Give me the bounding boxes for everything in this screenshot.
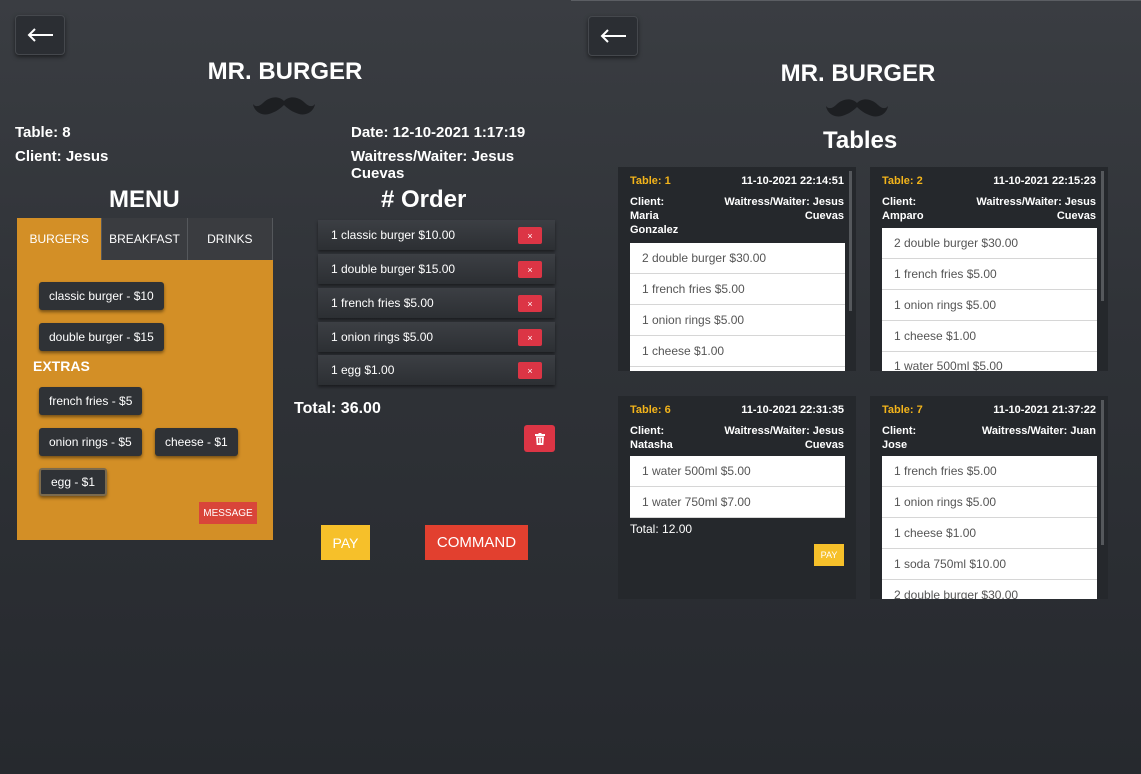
list-item: 2 double burger $30.00 (630, 243, 845, 274)
list-item: 1 french fries $5.00 (630, 274, 845, 305)
order-date: Date: 12-10-2021 1:17:19 (351, 124, 526, 141)
order-title: # Order (381, 186, 467, 213)
table-total: Total: 12.00 (630, 522, 693, 536)
table-card[interactable]: Table: 1 11-10-2021 22:14:51 Client: Mar… (618, 167, 856, 371)
table-number: Table: 7 (882, 404, 923, 416)
pay-button[interactable]: PAY (321, 525, 370, 560)
list-item: 1 water 500ml $5.00 (882, 352, 1097, 371)
tables-panel: MR. BURGER Tables Table: 1 11-10-2021 22… (571, 0, 1141, 774)
table-number: Table: 6 (630, 404, 671, 416)
list-item: 1 onion rings $5.00 (882, 487, 1097, 518)
table-card[interactable]: Table: 7 11-10-2021 21:37:22 Client: Jos… (870, 396, 1108, 599)
menu-box: BURGERS BREAKFAST DRINKS classic burger … (17, 218, 273, 540)
table-number: Table: 1 (630, 175, 671, 187)
remove-item-button[interactable]: × (518, 362, 542, 379)
table-number: Table: 2 (882, 175, 923, 187)
list-item: 1 water 750ml $7.00 (630, 487, 845, 518)
tab-burgers[interactable]: BURGERS (17, 218, 103, 260)
mustache-icon (253, 97, 315, 115)
table-client: Client: Jose (882, 425, 917, 451)
table-card[interactable]: Table: 6 11-10-2021 22:31:35 Client: Nat… (618, 396, 856, 599)
order-item-label: 1 onion rings $5.00 (331, 330, 434, 344)
list-item: 1 cheese $1.00 (630, 336, 845, 367)
tab-drinks[interactable]: DRINKS (188, 218, 273, 260)
brand-title: MR. BURGER (207, 58, 363, 85)
card-scrollbar[interactable] (1101, 400, 1104, 545)
table-date: 11-10-2021 21:37:22 (993, 404, 1096, 416)
order-item: 1 double burger $15.00 × (318, 254, 555, 284)
table-client: Client: Maria Gonzalez (630, 196, 679, 236)
remove-item-button[interactable]: × (518, 295, 542, 312)
order-item-label: 1 classic burger $10.00 (331, 228, 456, 242)
client-name: Client: Jesus (15, 148, 109, 165)
list-item: 1 onion rings $5.00 (882, 290, 1097, 321)
table-card[interactable]: Table: 2 11-10-2021 22:15:23 Client: Amp… (870, 167, 1108, 371)
mustache-icon (826, 99, 888, 117)
order-item: 1 classic burger $10.00 × (318, 220, 555, 250)
menu-title: MENU (109, 186, 180, 213)
list-item: 1 french fries $5.00 (882, 456, 1097, 487)
table-client: Client: Natasha (630, 425, 673, 451)
list-item: 1 water 500ml $5.00 (630, 456, 845, 487)
menu-tabs: BURGERS BREAKFAST DRINKS (17, 218, 273, 260)
card-scrollbar[interactable] (1101, 171, 1104, 301)
remove-item-button[interactable]: × (518, 227, 542, 244)
table-items: 1 water 500ml $5.00 1 water 750ml $7.00 (630, 456, 845, 518)
egg-button[interactable]: egg - $1 (39, 468, 108, 496)
command-button[interactable]: COMMAND (425, 525, 528, 560)
back-button[interactable] (588, 16, 638, 56)
order-item: 1 onion rings $5.00 × (318, 322, 555, 352)
table-items: 2 double burger $30.00 1 french fries $5… (630, 243, 845, 371)
order-panel: MR. BURGER Table: 8 Client: Jesus Date: … (0, 0, 571, 774)
table-number: Table: 8 (15, 124, 71, 141)
table-client: Client: Amparo (882, 196, 924, 222)
list-item: 1 onion rings $5.00 (630, 305, 845, 336)
table-items: 1 french fries $5.00 1 onion rings $5.00… (882, 456, 1097, 599)
message-button[interactable]: MESSAGE (199, 502, 257, 524)
table-waiter: Waitress/Waiter: Juan (981, 425, 1096, 437)
table-waiter: Waitress/Waiter: Jesus Cuevas (724, 425, 844, 451)
list-item: 1 soda 750ml $10.00 (882, 549, 1097, 580)
waiter-name: Waitress/Waiter: Jesus Cuevas (351, 148, 515, 182)
order-item: 1 french fries $5.00 × (318, 288, 555, 318)
list-item: 2 double burger $30.00 (882, 580, 1097, 599)
extras-title: EXTRAS (33, 358, 90, 374)
onion-rings-button[interactable]: onion rings - $5 (39, 428, 142, 456)
table-items: 2 double burger $30.00 1 french fries $5… (882, 228, 1097, 371)
table-date: 11-10-2021 22:15:23 (993, 175, 1096, 187)
french-fries-button[interactable]: french fries - $5 (39, 387, 143, 415)
double-burger-button[interactable]: double burger - $15 (39, 323, 164, 351)
list-item: 1 french fries $5.00 (882, 259, 1097, 290)
remove-item-button[interactable]: × (518, 329, 542, 346)
tables-title: Tables (823, 127, 898, 154)
list-item: 1 cheese $1.00 (882, 321, 1097, 352)
table-waiter: Waitress/Waiter: Jesus Cuevas (976, 196, 1096, 222)
back-button[interactable] (15, 15, 65, 55)
clear-order-button[interactable] (524, 425, 555, 452)
brand-title: MR. BURGER (780, 60, 936, 87)
trash-icon (534, 432, 545, 445)
table-waiter: Waitress/Waiter: Jesus Cuevas (724, 196, 844, 222)
card-scrollbar[interactable] (849, 171, 852, 311)
cheese-button[interactable]: cheese - $1 (155, 428, 238, 456)
tab-breakfast[interactable]: BREAKFAST (102, 218, 188, 260)
list-item: 2 double burger $30.00 (882, 228, 1097, 259)
arrow-left-icon (600, 29, 626, 43)
order-item: 1 egg $1.00 × (318, 355, 555, 385)
table-date: 11-10-2021 22:31:35 (741, 404, 844, 416)
classic-burger-button[interactable]: classic burger - $10 (39, 282, 164, 310)
order-item-label: 1 french fries $5.00 (331, 296, 434, 310)
order-item-label: 1 egg $1.00 (331, 363, 395, 377)
list-item: 1 cheese $1.00 (882, 518, 1097, 549)
order-item-label: 1 double burger $15.00 (331, 262, 456, 276)
arrow-left-icon (27, 28, 53, 42)
table-pay-button[interactable]: PAY (814, 544, 844, 566)
table-date: 11-10-2021 22:14:51 (741, 175, 844, 187)
remove-item-button[interactable]: × (518, 261, 542, 278)
order-total: Total: 36.00 (294, 400, 381, 417)
